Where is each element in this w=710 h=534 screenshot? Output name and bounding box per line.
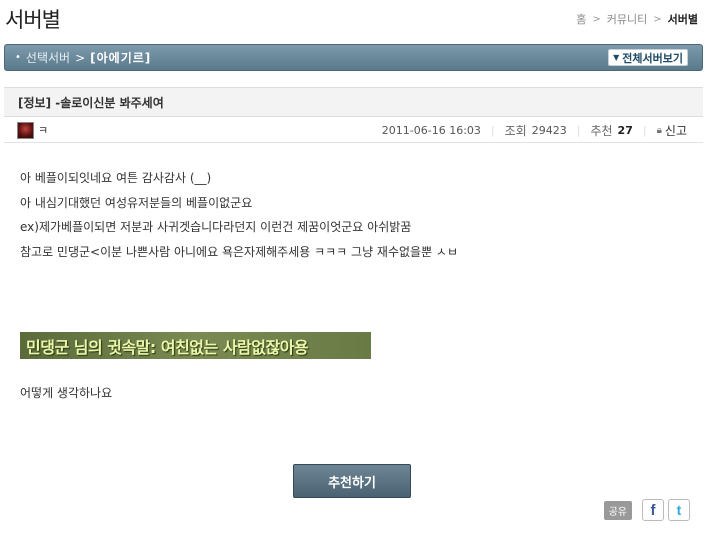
- post-meta: ㅋ 2011-06-16 16:03 | 조회 29423 | 추천 27 | …: [4, 118, 703, 143]
- post-title: [정보] -솔로이신분 봐주세여: [4, 87, 703, 117]
- twitter-icon: t: [676, 502, 682, 518]
- share-bar: 공유 f t: [603, 499, 690, 521]
- recommend-button[interactable]: 추천하기: [293, 464, 411, 498]
- breadcrumb: 홈 > 커뮤니티 > 서버별: [576, 11, 698, 27]
- breadcrumb-current: 서버별: [667, 13, 698, 26]
- divider: |: [490, 124, 495, 137]
- current-server-name: [아에기르]: [90, 51, 152, 65]
- facebook-share-button[interactable]: f: [642, 499, 664, 521]
- select-server-label[interactable]: 선택서버: [26, 49, 70, 66]
- twitter-share-button[interactable]: t: [668, 499, 690, 521]
- bullet-icon: •: [15, 52, 21, 63]
- breadcrumb-community[interactable]: 커뮤니티: [607, 11, 647, 27]
- recommend-label: 추천: [590, 124, 613, 138]
- facebook-icon: f: [650, 501, 656, 519]
- body-line: 아 베플이되잇네요 여튼 감사감사 (__): [20, 171, 212, 185]
- author-name[interactable]: ㅋ: [38, 122, 48, 138]
- whisper-image: 민댕군 님의 귓속말: 여친없는 사람없잖아용: [20, 332, 371, 359]
- views-label: 조회: [504, 124, 527, 138]
- avatar[interactable]: [17, 121, 34, 139]
- server-selector-bar: • 선택서버 > [아에기르] ▼ 전체서버보기: [4, 44, 703, 71]
- recommend-count: 27: [617, 124, 633, 137]
- divider: |: [642, 124, 647, 137]
- body-line: ex)제가베플이되면 저분과 사귀겟습니다라던지 이런건 제꿈이엇군요 아쉬밝꿈: [20, 220, 412, 234]
- chevron-right-icon: >: [592, 13, 601, 25]
- post-body: 아 베플이되잇네요 여튼 감사감사 (__) 아 내심기대했던 여성유저분들의 …: [20, 166, 458, 264]
- page-title: 서버별: [5, 8, 61, 32]
- all-servers-button[interactable]: ▼ 전체서버보기: [608, 49, 688, 66]
- body-line: 아 내심기대했던 여성유저분들의 베플이없군요: [20, 195, 253, 210]
- body-line: 참고로 민댕군<이분 나쁜사람 아니에요 욕은자제해주세용 ㅋㅋㅋ 그냥 재수없…: [20, 244, 459, 259]
- triangle-down-icon: ▼: [613, 53, 620, 62]
- report-button[interactable]: 🔒︎ 신고: [657, 122, 687, 139]
- breadcrumb-home[interactable]: 홈: [576, 11, 586, 27]
- share-label: 공유: [603, 500, 632, 520]
- lock-icon: 🔒︎: [656, 125, 662, 136]
- views-count: 29423: [531, 124, 567, 137]
- all-servers-label: 전체서버보기: [622, 51, 683, 65]
- post-question: 어떻게 생각하나요: [20, 386, 113, 400]
- post-datetime: 2011-06-16 16:03: [381, 124, 481, 137]
- report-label: 신고: [664, 124, 687, 138]
- divider: |: [576, 124, 581, 137]
- chevron-right-icon: >: [653, 13, 662, 25]
- chevron-right-icon: >: [75, 50, 86, 65]
